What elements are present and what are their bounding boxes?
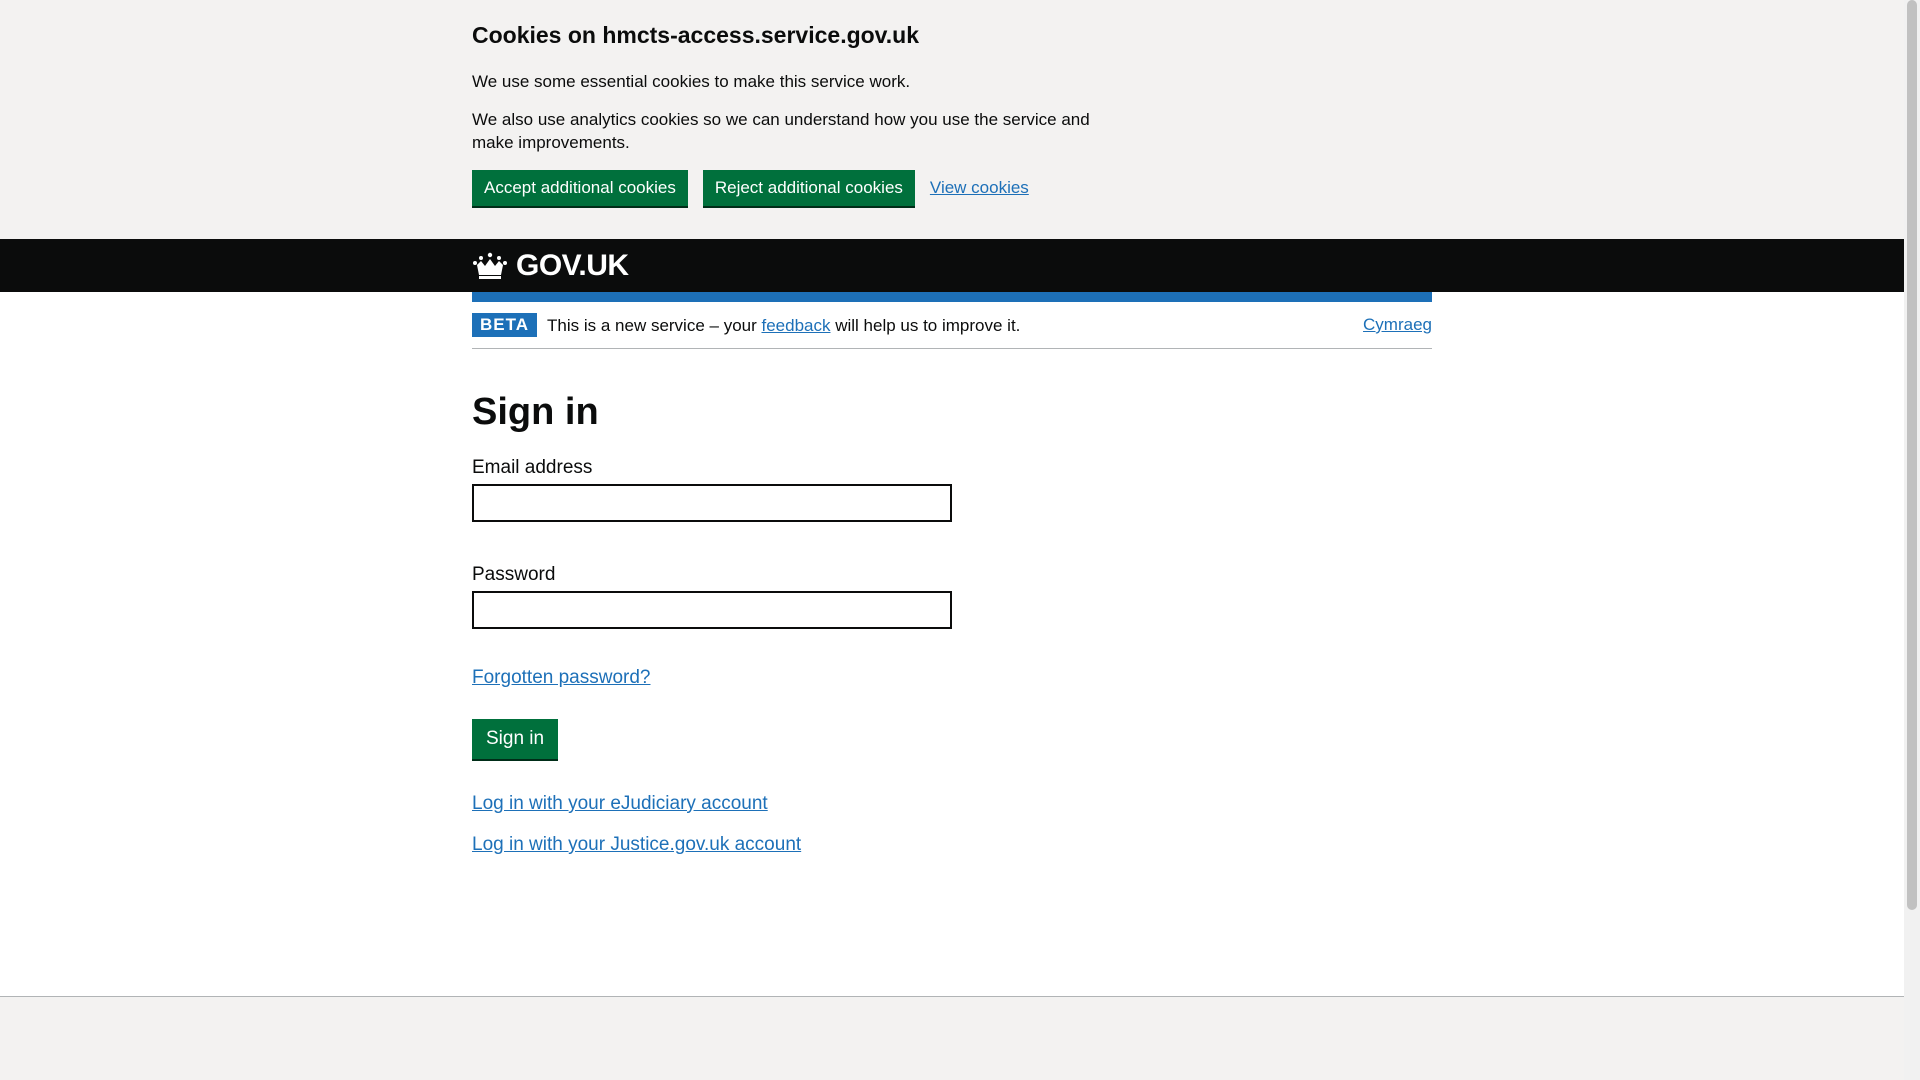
vertical-scrollbar[interactable] — [1904, 0, 1920, 1080]
cookie-analytics-text: We also use analytics cookies so we can … — [472, 110, 1090, 152]
phase-banner-text: This is a new service – your feedback wi… — [547, 314, 1020, 337]
ejudiciary-login-link[interactable]: Log in with your eJudiciary account — [472, 791, 1432, 816]
beta-tag: BETA — [472, 313, 538, 337]
sign-in-button[interactable]: Sign in — [472, 719, 559, 759]
cookie-actions: Accept additional cookies Reject additio… — [472, 170, 1432, 206]
scrollbar-thumb[interactable] — [1907, 0, 1917, 910]
view-cookies-link[interactable]: View cookies — [930, 178, 1029, 198]
accept-cookies-button[interactable]: Accept additional cookies — [472, 170, 688, 206]
password-label: Password — [472, 564, 556, 585]
page: Cookies on hmcts-access.service.gov.uk W… — [0, 0, 1904, 1080]
footer — [0, 996, 1904, 1080]
email-field[interactable] — [472, 484, 952, 522]
cookie-banner: Cookies on hmcts-access.service.gov.uk W… — [0, 0, 1904, 239]
phase-banner: BETA This is a new service – your feedba… — [472, 302, 1432, 349]
header: GOV.UK — [0, 239, 1904, 292]
welsh-language-link[interactable]: Cymraeg — [1363, 315, 1432, 335]
logo-text: GOV.UK — [516, 248, 629, 282]
reject-cookies-button[interactable]: Reject additional cookies — [702, 170, 915, 206]
page-title: Sign in — [472, 391, 599, 433]
main-content: Sign in Email address Password Forgotten… — [472, 349, 1432, 857]
govuk-logo-link[interactable]: GOV.UK — [472, 249, 629, 283]
email-label: Email address — [472, 457, 593, 478]
phase-text-after: will help us to improve it. — [830, 315, 1021, 335]
justice-login-link[interactable]: Log in with your Justice.gov.uk account — [472, 832, 1432, 857]
header-blue-bar — [472, 292, 1432, 302]
phase-text-before: This is a new service – your — [547, 315, 762, 335]
forgotten-password-link[interactable]: Forgotten password? — [472, 667, 651, 689]
crown-icon — [473, 252, 507, 279]
feedback-link[interactable]: feedback — [761, 316, 830, 335]
cookie-essential-text: We use some essential cookies to make th… — [472, 72, 911, 91]
password-field[interactable] — [472, 591, 952, 629]
cookie-banner-heading: Cookies on hmcts-access.service.gov.uk — [472, 22, 919, 48]
